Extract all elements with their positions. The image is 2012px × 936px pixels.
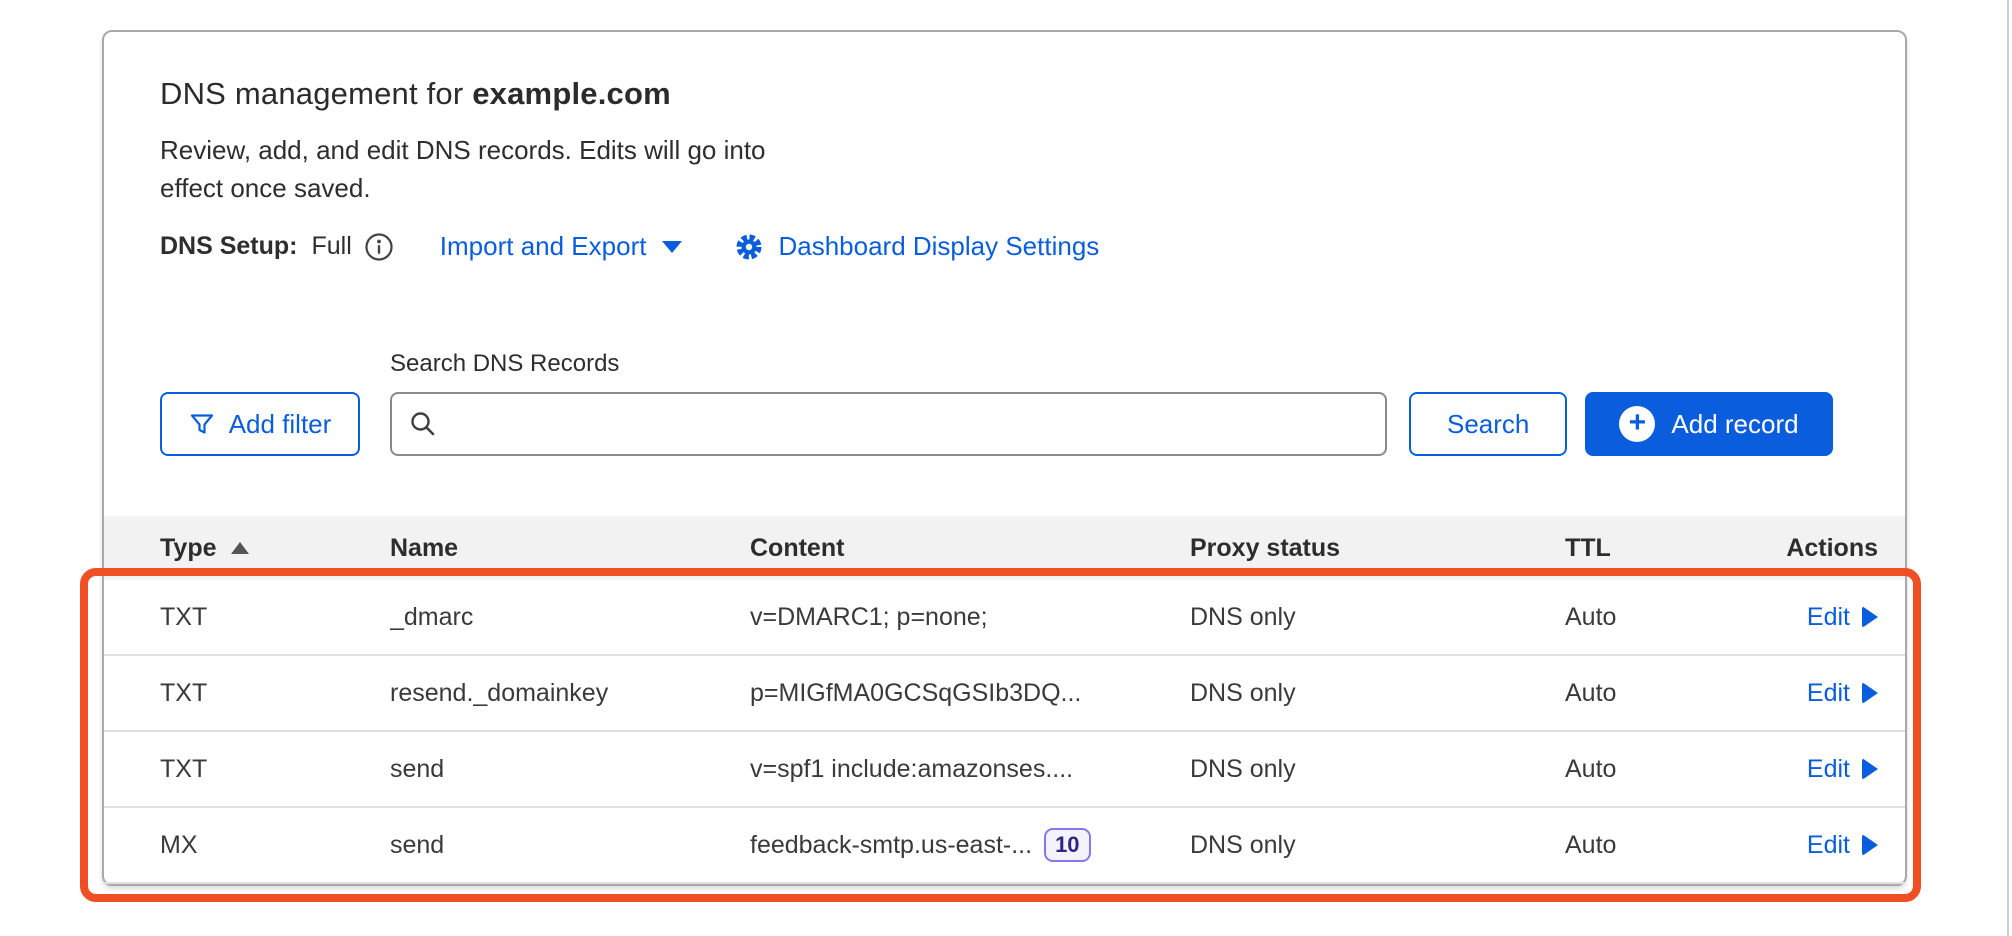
dashboard-display-settings-link[interactable]: Dashboard Display Settings <box>778 231 1099 262</box>
search-group: Search DNS Records <box>390 350 1387 456</box>
search-dns-records-input[interactable] <box>450 410 1369 439</box>
record-proxy-status: DNS only <box>1190 831 1565 860</box>
add-record-button[interactable]: + Add record <box>1585 392 1832 456</box>
chevron-right-icon <box>1862 758 1878 780</box>
table-header-row: Type Name Content Proxy status TTL Actio… <box>104 516 1905 580</box>
search-button[interactable]: Search <box>1409 392 1567 456</box>
search-icon <box>408 409 438 439</box>
record-content: v=DMARC1; p=none; <box>750 603 1190 632</box>
record-name: _dmarc <box>390 603 750 632</box>
chevron-down-icon <box>662 241 682 253</box>
add-filter-button[interactable]: Add filter <box>160 392 360 456</box>
chevron-right-icon <box>1862 834 1878 856</box>
search-input-container <box>390 392 1387 456</box>
record-proxy-status: DNS only <box>1190 603 1565 632</box>
page-title: DNS management for example.com <box>160 76 1849 112</box>
edit-record-link[interactable]: Edit <box>1807 755 1878 784</box>
table-row: TXT send v=spf1 include:amazonses.... DN… <box>104 732 1905 808</box>
dns-setup-value: Full <box>312 232 352 261</box>
dns-toolbar: Add filter Search DNS Records Search <box>160 350 1849 456</box>
search-button-label: Search <box>1447 409 1529 440</box>
add-filter-label: Add filter <box>229 409 332 440</box>
edit-record-link[interactable]: Edit <box>1807 603 1878 632</box>
record-name: resend._domainkey <box>390 679 750 708</box>
column-header-name: Name <box>390 534 750 563</box>
record-type: TXT <box>160 603 390 632</box>
column-header-ttl: TTL <box>1565 534 1760 563</box>
page-subtitle: Review, add, and edit DNS records. Edits… <box>160 132 810 207</box>
edit-record-link[interactable]: Edit <box>1807 831 1878 860</box>
record-type: MX <box>160 831 390 860</box>
dns-setup-label: DNS Setup: <box>160 232 298 261</box>
table-body: TXT _dmarc v=DMARC1; p=none; DNS only Au… <box>104 580 1905 884</box>
sort-ascending-icon <box>231 542 249 554</box>
chevron-right-icon <box>1862 606 1878 628</box>
record-type: TXT <box>160 755 390 784</box>
import-export-label: Import and Export <box>440 231 647 262</box>
record-ttl: Auto <box>1565 755 1760 784</box>
page-title-prefix: DNS management for <box>160 76 463 111</box>
column-header-type[interactable]: Type <box>160 534 390 563</box>
dns-records-table: Type Name Content Proxy status TTL Actio… <box>104 516 1905 884</box>
info-icon[interactable] <box>364 232 394 262</box>
plus-icon: + <box>1619 406 1655 442</box>
record-content: v=spf1 include:amazonses.... <box>750 755 1190 784</box>
add-record-label: Add record <box>1671 409 1798 440</box>
mx-priority-badge: 10 <box>1044 828 1090 862</box>
column-header-actions: Actions <box>1786 534 1878 563</box>
filter-funnel-icon <box>189 411 215 437</box>
table-row: MX send feedback-smtp.us-east-... 10 DNS… <box>104 808 1905 884</box>
record-proxy-status: DNS only <box>1190 679 1565 708</box>
record-ttl: Auto <box>1565 679 1760 708</box>
table-row: TXT resend._domainkey p=MIGfMA0GCSqGSIb3… <box>104 656 1905 732</box>
record-proxy-status: DNS only <box>1190 755 1565 784</box>
record-name: send <box>390 755 750 784</box>
import-export-link[interactable]: Import and Export <box>440 231 683 262</box>
column-header-proxy-status: Proxy status <box>1190 534 1565 563</box>
record-type: TXT <box>160 679 390 708</box>
dashboard-display-settings-label: Dashboard Display Settings <box>778 231 1099 262</box>
table-row: TXT _dmarc v=DMARC1; p=none; DNS only Au… <box>104 580 1905 656</box>
viewport-right-edge <box>2007 0 2009 936</box>
domain-name: example.com <box>472 76 671 111</box>
record-name: send <box>390 831 750 860</box>
edit-record-link[interactable]: Edit <box>1807 679 1878 708</box>
dns-setup-row: DNS Setup: Full Import and Export <box>160 231 1849 262</box>
dns-management-card: DNS management for example.com Review, a… <box>102 30 1907 886</box>
record-content: feedback-smtp.us-east-... 10 <box>750 828 1190 862</box>
record-ttl: Auto <box>1565 831 1760 860</box>
record-ttl: Auto <box>1565 603 1760 632</box>
record-content: p=MIGfMA0GCSqGSIb3DQ... <box>750 679 1190 708</box>
column-header-content: Content <box>750 534 1190 563</box>
search-dns-records-label: Search DNS Records <box>390 350 1387 378</box>
chevron-right-icon <box>1862 682 1878 704</box>
gear-icon <box>734 232 764 262</box>
